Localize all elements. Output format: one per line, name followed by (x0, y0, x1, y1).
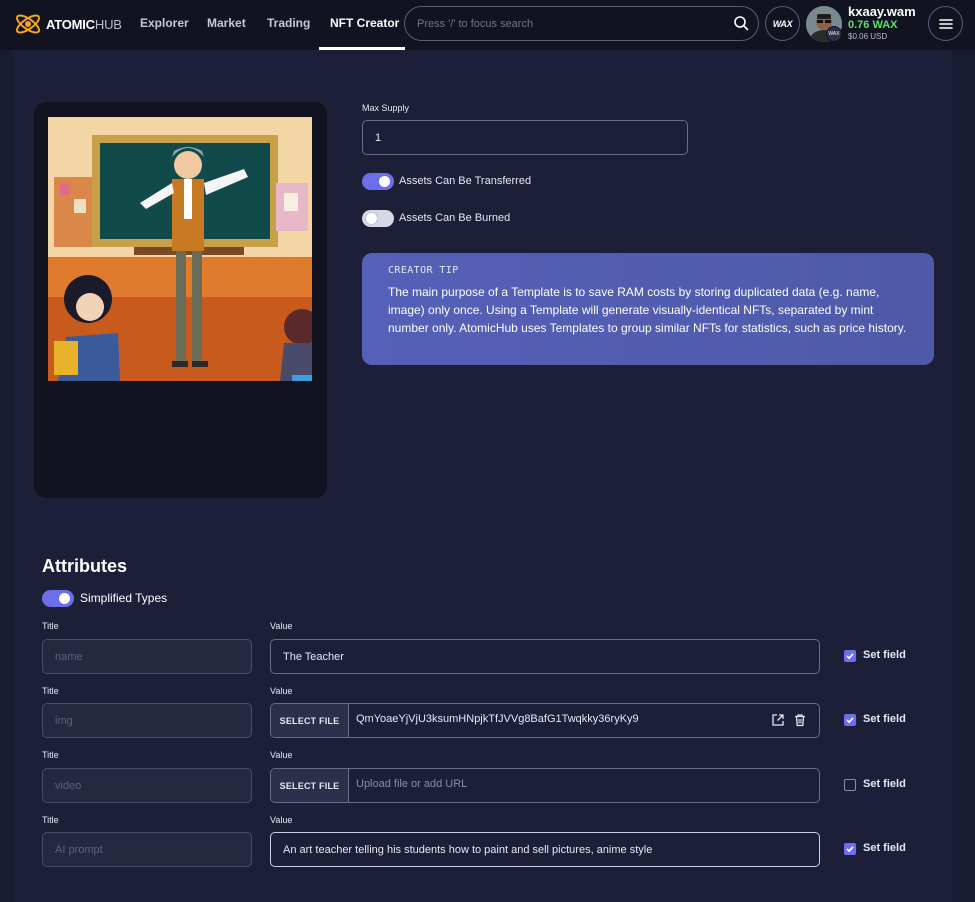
select-file-button[interactable]: SELECT FILE (271, 704, 349, 737)
hamburger-menu-icon (938, 18, 953, 29)
nav-link-market[interactable]: Market (207, 16, 246, 30)
max-supply-input[interactable] (375, 129, 675, 147)
set-field-checkbox[interactable] (844, 650, 856, 662)
nft-preview-image (48, 117, 312, 381)
user-name[interactable]: kxaay.wam (848, 4, 916, 19)
set-field-checkbox[interactable] (844, 714, 856, 726)
attr-value-input-ai-prompt[interactable] (283, 841, 807, 859)
attr-title-input-ai-prompt[interactable] (55, 841, 241, 859)
attr-value-input-name[interactable] (283, 648, 807, 666)
wax-network-button[interactable]: WAX (765, 6, 800, 41)
transferable-label: Assets Can Be Transferred (399, 175, 532, 187)
checkmark-icon (846, 653, 854, 660)
value-label: Value (270, 686, 293, 696)
checkmark-icon (846, 846, 854, 853)
tip-body: The main purpose of a Template is to sav… (388, 285, 907, 335)
teacher-artwork-image (48, 117, 312, 381)
value-label: Value (270, 750, 293, 760)
wax-badge-icon: WAX (826, 26, 842, 42)
attr-value-field (270, 639, 820, 674)
nav-link-explorer[interactable]: Explorer (140, 16, 189, 30)
select-file-button[interactable]: SELECT FILE (271, 769, 349, 802)
max-supply-label: Max Supply (362, 103, 410, 113)
tip-title: CREATOR TIP (388, 265, 459, 276)
attr-file-field: SELECT FILE Upload file or add URL (270, 768, 820, 803)
burnable-label: Assets Can Be Burned (399, 212, 511, 224)
file-url-placeholder[interactable]: Upload file or add URL (356, 778, 467, 790)
set-field-label: Set field (863, 649, 906, 661)
usd-balance: $0.06 USD (848, 32, 888, 41)
title-label: Title (42, 621, 59, 631)
max-supply-field (362, 120, 688, 155)
set-field-label: Set field (863, 778, 906, 790)
file-hash-value[interactable]: QmYoaeYjVjU3ksumHNpjkTfJVVg8BafG1Twqkky3… (356, 713, 639, 725)
atom-logo-icon (15, 14, 41, 34)
set-field-checkbox[interactable] (844, 843, 856, 855)
top-navbar: ATOMICHUB Explorer Market Trading NFT Cr… (0, 0, 975, 50)
open-external-icon[interactable] (771, 713, 785, 727)
title-label: Title (42, 750, 59, 760)
nav-link-nft-creator[interactable]: NFT Creator (330, 16, 399, 30)
menu-button[interactable] (928, 6, 963, 41)
value-label: Value (270, 815, 293, 825)
search-bar (404, 6, 759, 41)
attr-title-input-video[interactable] (55, 777, 241, 795)
wax-balance: 0.76 WAX (848, 19, 898, 31)
value-label: Value (270, 621, 293, 631)
search-input[interactable] (417, 15, 717, 33)
set-field-label: Set field (863, 842, 906, 854)
burnable-toggle[interactable] (362, 210, 394, 227)
attr-value-field (270, 832, 820, 867)
attributes-heading: Attributes (42, 556, 127, 576)
search-icon[interactable] (733, 15, 749, 31)
set-field-checkbox[interactable] (844, 779, 856, 791)
nav-link-trading[interactable]: Trading (267, 16, 310, 30)
checkmark-icon (846, 717, 854, 724)
attr-title-field (42, 768, 252, 803)
attr-title-input-img[interactable] (55, 712, 241, 730)
attr-file-field: SELECT FILE QmYoaeYjVjU3ksumHNpjkTfJVVg8… (270, 703, 820, 738)
attr-title-field (42, 703, 252, 738)
creator-tip-box: CREATOR TIP The main purpose of a Templa… (362, 253, 934, 365)
transferable-toggle[interactable] (362, 173, 394, 190)
set-field-label: Set field (863, 713, 906, 725)
title-label: Title (42, 686, 59, 696)
simplified-types-label: Simplified Types (80, 591, 168, 605)
attr-title-input-name[interactable] (55, 648, 241, 666)
simplified-types-toggle[interactable] (42, 590, 74, 607)
logo-text: ATOMICHUB (46, 16, 122, 32)
atomichub-logo[interactable]: ATOMICHUB (12, 8, 124, 40)
attr-title-field (42, 832, 252, 867)
trash-icon[interactable] (793, 713, 807, 727)
attr-title-field (42, 639, 252, 674)
wax-logo-icon: WAX (772, 18, 793, 29)
title-label: Title (42, 815, 59, 825)
